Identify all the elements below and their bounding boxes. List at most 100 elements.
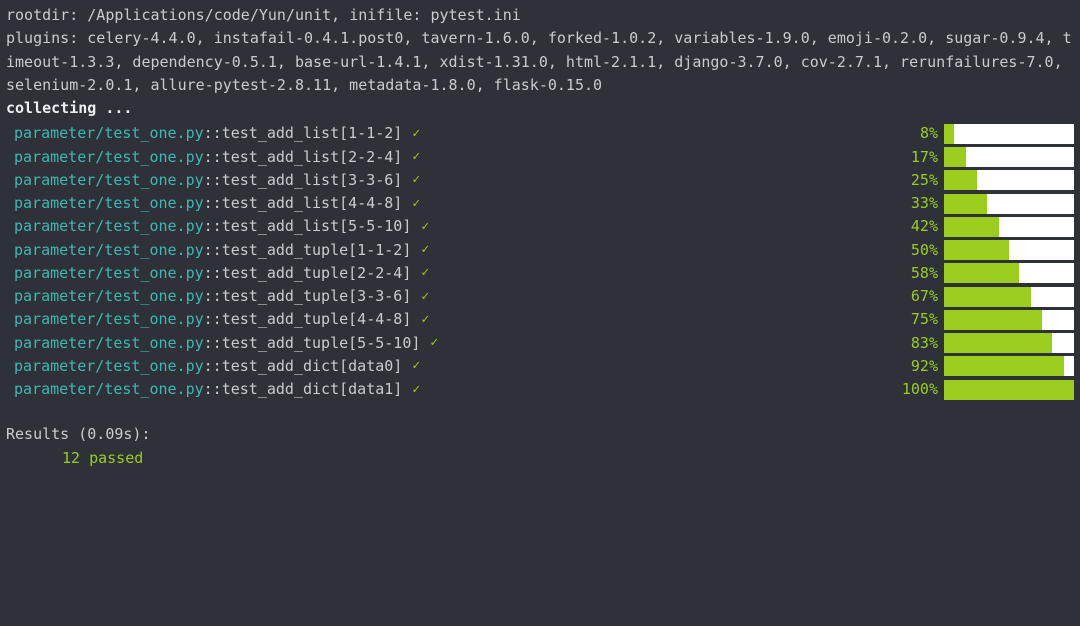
progress-bar bbox=[944, 333, 1074, 353]
progress-percent: 58% bbox=[892, 262, 944, 285]
progress-bar bbox=[944, 147, 1074, 167]
test-row: parameter/test_one.py::test_add_tuple[1-… bbox=[6, 239, 1074, 262]
progress-bar-fill bbox=[944, 147, 966, 167]
test-row: parameter/test_one.py::test_add_list[2-2… bbox=[6, 146, 1074, 169]
progress-area: 17% bbox=[892, 146, 1074, 169]
progress-percent: 83% bbox=[892, 332, 944, 355]
progress-bar-fill bbox=[944, 356, 1064, 376]
test-path: parameter/test_one.py bbox=[14, 332, 204, 355]
results-summary: Results (0.09s): 12 passed bbox=[6, 423, 1074, 470]
test-path: parameter/test_one.py bbox=[14, 262, 204, 285]
progress-area: 33% bbox=[892, 192, 1074, 215]
progress-bar-fill bbox=[944, 310, 1042, 330]
test-name: test_add_list[5-5-10] bbox=[222, 215, 412, 238]
progress-area: 58% bbox=[892, 262, 1074, 285]
progress-area: 42% bbox=[892, 215, 1074, 238]
progress-area: 67% bbox=[892, 285, 1074, 308]
progress-bar bbox=[944, 170, 1074, 190]
test-path: parameter/test_one.py bbox=[14, 215, 204, 238]
progress-bar-fill bbox=[944, 333, 1052, 353]
test-path: parameter/test_one.py bbox=[14, 192, 204, 215]
check-icon: ✓ bbox=[421, 240, 429, 260]
progress-percent: 50% bbox=[892, 239, 944, 262]
test-path: parameter/test_one.py bbox=[14, 285, 204, 308]
progress-bar-fill bbox=[944, 263, 1019, 283]
progress-bar bbox=[944, 124, 1074, 144]
test-row: parameter/test_one.py::test_add_list[4-4… bbox=[6, 192, 1074, 215]
test-name: test_add_list[4-4-8] bbox=[222, 192, 403, 215]
progress-bar-fill bbox=[944, 217, 999, 237]
test-name: test_add_tuple[3-3-6] bbox=[222, 285, 412, 308]
test-path: parameter/test_one.py bbox=[14, 378, 204, 401]
progress-percent: 42% bbox=[892, 215, 944, 238]
progress-area: 25% bbox=[892, 169, 1074, 192]
check-icon: ✓ bbox=[421, 263, 429, 283]
test-path: parameter/test_one.py bbox=[14, 239, 204, 262]
test-row: parameter/test_one.py::test_add_tuple[2-… bbox=[6, 262, 1074, 285]
test-separator: :: bbox=[204, 169, 222, 192]
test-separator: :: bbox=[204, 192, 222, 215]
test-separator: :: bbox=[204, 215, 222, 238]
progress-bar bbox=[944, 356, 1074, 376]
test-separator: :: bbox=[204, 262, 222, 285]
test-separator: :: bbox=[204, 122, 222, 145]
progress-percent: 33% bbox=[892, 192, 944, 215]
test-row: parameter/test_one.py::test_add_dict[dat… bbox=[6, 378, 1074, 401]
progress-area: 100% bbox=[892, 378, 1074, 401]
test-row: parameter/test_one.py::test_add_list[1-1… bbox=[6, 122, 1074, 145]
test-path: parameter/test_one.py bbox=[14, 355, 204, 378]
test-name: test_add_tuple[5-5-10] bbox=[222, 332, 421, 355]
test-name: test_add_list[3-3-6] bbox=[222, 169, 403, 192]
test-row: parameter/test_one.py::test_add_dict[dat… bbox=[6, 355, 1074, 378]
progress-bar bbox=[944, 287, 1074, 307]
test-separator: :: bbox=[204, 378, 222, 401]
progress-bar bbox=[944, 217, 1074, 237]
test-separator: :: bbox=[204, 239, 222, 262]
test-row: parameter/test_one.py::test_add_tuple[5-… bbox=[6, 332, 1074, 355]
progress-bar-fill bbox=[944, 170, 977, 190]
progress-bar bbox=[944, 380, 1074, 400]
progress-percent: 17% bbox=[892, 146, 944, 169]
check-icon: ✓ bbox=[421, 217, 429, 237]
test-separator: :: bbox=[204, 355, 222, 378]
test-path: parameter/test_one.py bbox=[14, 308, 204, 331]
progress-bar-fill bbox=[944, 194, 987, 214]
collecting-status: collecting ... bbox=[6, 97, 1074, 120]
progress-area: 50% bbox=[892, 239, 1074, 262]
test-path: parameter/test_one.py bbox=[14, 122, 204, 145]
test-name: test_add_list[2-2-4] bbox=[222, 146, 403, 169]
test-row: parameter/test_one.py::test_add_list[5-5… bbox=[6, 215, 1074, 238]
progress-area: 8% bbox=[892, 122, 1074, 145]
test-row: parameter/test_one.py::test_add_tuple[4-… bbox=[6, 308, 1074, 331]
check-icon: ✓ bbox=[412, 380, 420, 400]
check-icon: ✓ bbox=[421, 287, 429, 307]
progress-percent: 25% bbox=[892, 169, 944, 192]
test-name: test_add_tuple[1-1-2] bbox=[222, 239, 412, 262]
progress-bar bbox=[944, 310, 1074, 330]
test-row: parameter/test_one.py::test_add_list[3-3… bbox=[6, 169, 1074, 192]
progress-area: 83% bbox=[892, 332, 1074, 355]
results-header: Results (0.09s): bbox=[6, 423, 1074, 446]
progress-bar-fill bbox=[944, 287, 1031, 307]
progress-percent: 75% bbox=[892, 308, 944, 331]
progress-bar bbox=[944, 240, 1074, 260]
progress-area: 92% bbox=[892, 355, 1074, 378]
test-name: test_add_list[1-1-2] bbox=[222, 122, 403, 145]
test-separator: :: bbox=[204, 285, 222, 308]
check-icon: ✓ bbox=[412, 356, 420, 376]
check-icon: ✓ bbox=[412, 170, 420, 190]
progress-bar bbox=[944, 263, 1074, 283]
test-separator: :: bbox=[204, 308, 222, 331]
test-list: parameter/test_one.py::test_add_list[1-1… bbox=[6, 122, 1074, 401]
test-separator: :: bbox=[204, 146, 222, 169]
plugins-line: plugins: celery-4.4.0, instafail-0.4.1.p… bbox=[6, 27, 1074, 97]
progress-percent: 67% bbox=[892, 285, 944, 308]
progress-percent: 8% bbox=[892, 122, 944, 145]
check-icon: ✓ bbox=[421, 310, 429, 330]
rootdir-line: rootdir: /Applications/code/Yun/unit, in… bbox=[6, 4, 1074, 27]
test-name: test_add_dict[data1] bbox=[222, 378, 403, 401]
progress-percent: 100% bbox=[892, 378, 944, 401]
test-path: parameter/test_one.py bbox=[14, 169, 204, 192]
progress-bar-fill bbox=[944, 380, 1074, 400]
test-row: parameter/test_one.py::test_add_tuple[3-… bbox=[6, 285, 1074, 308]
